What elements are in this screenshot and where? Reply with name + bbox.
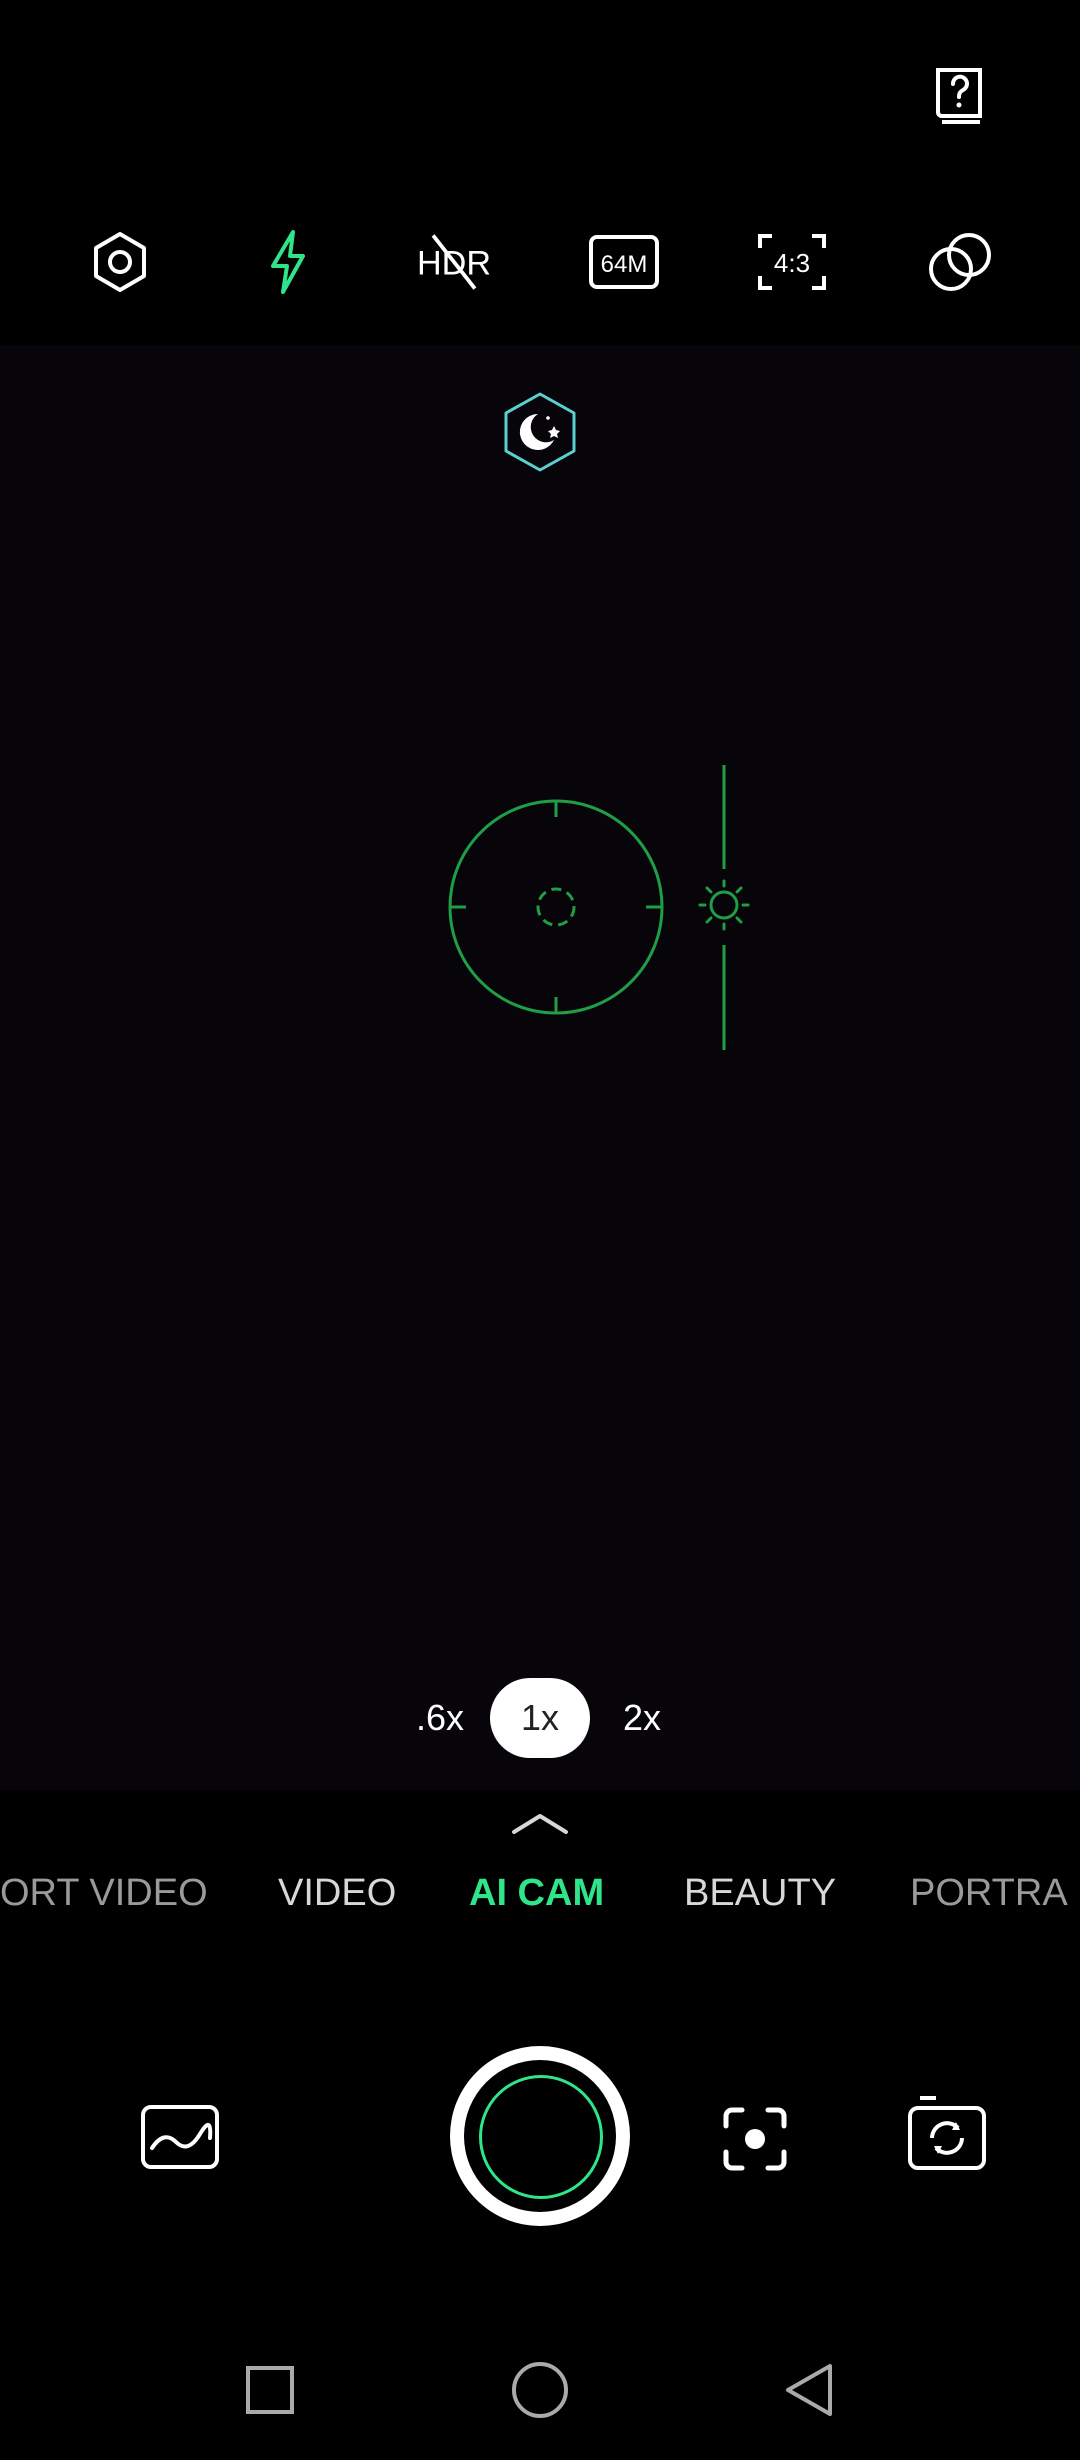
recents-square-icon[interactable]: [240, 2360, 300, 2420]
top-bar: [0, 0, 1080, 345]
64m-resolution-icon[interactable]: 64M: [588, 226, 660, 298]
hdr-off-icon[interactable]: HDR: [416, 226, 492, 298]
settings-hex-icon[interactable]: [84, 226, 156, 298]
help-book-icon[interactable]: [928, 64, 992, 128]
resolution-label: 64M: [601, 251, 648, 278]
back-triangle-icon[interactable]: [780, 2360, 840, 2420]
mode-ai-cam[interactable]: AI CAM: [469, 1866, 604, 1920]
viewfinder[interactable]: [0, 345, 1080, 1790]
aspect-label: 4:3: [774, 248, 810, 278]
aspect-ratio-icon[interactable]: 4:3: [756, 226, 828, 298]
shutter-button[interactable]: [450, 2046, 630, 2226]
gallery-thumbnail-icon[interactable]: [140, 2104, 220, 2170]
home-circle-icon[interactable]: [510, 2360, 570, 2420]
flip-camera-icon[interactable]: [906, 2094, 990, 2172]
google-lens-icon[interactable]: [722, 2106, 788, 2172]
zoom-option-2x[interactable]: 2x: [602, 1678, 682, 1758]
zoom-option-0.6x[interactable]: .6x: [400, 1678, 480, 1758]
shutter-inner-ring: [464, 2060, 616, 2212]
shutter-core: [479, 2075, 603, 2199]
focus-ring-icon[interactable]: [446, 797, 666, 1017]
mode-portrait[interactable]: PORTRA: [910, 1866, 1080, 1920]
chevron-up-icon[interactable]: [510, 1808, 570, 1838]
filters-icon[interactable]: [924, 226, 996, 298]
flash-icon[interactable]: [252, 226, 324, 298]
mode-portrait-video[interactable]: ORT VIDEO: [0, 1866, 208, 1920]
night-scene-icon[interactable]: [498, 390, 582, 474]
zoom-option-1x[interactable]: 1x: [490, 1678, 590, 1758]
mode-video[interactable]: VIDEO: [278, 1866, 396, 1920]
exposure-sun-icon[interactable]: [696, 765, 752, 1050]
mode-beauty[interactable]: BEAUTY: [684, 1866, 836, 1920]
